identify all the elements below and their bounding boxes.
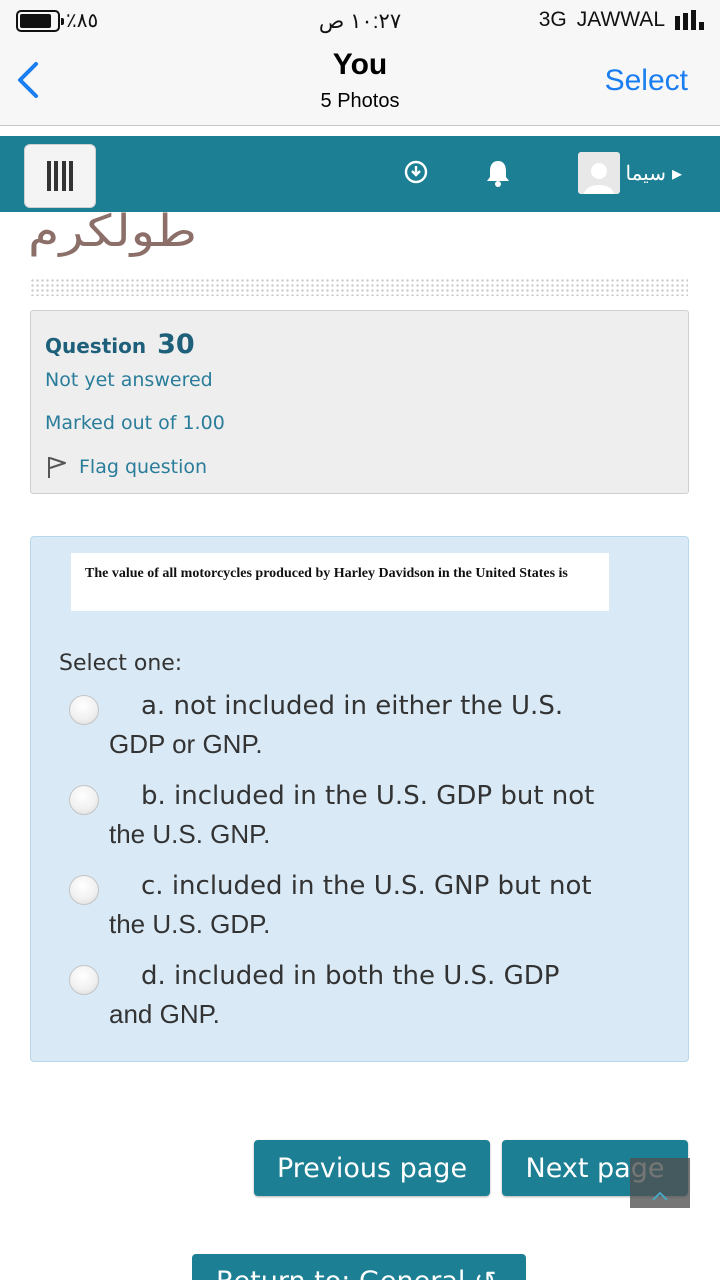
answer-text-line1: a. not included in either the U.S. <box>141 691 564 721</box>
carrier-name: JAWWAL <box>576 8 665 31</box>
scroll-to-top-button[interactable] <box>630 1158 690 1208</box>
flag-icon <box>48 457 66 478</box>
select-button[interactable]: Select <box>605 64 688 98</box>
site-header: سيما ▸ <box>0 136 720 212</box>
question-text: The value of all motorcycles produced by… <box>71 553 609 611</box>
answer-option-b[interactable]: b. included in the U.S. GDP but not the … <box>69 781 629 861</box>
answer-text-line2: GDP or GNP. <box>109 729 263 759</box>
status-bar: ٪٨٥ ١٠:٢٧ ص 3G JAWWAL <box>0 0 720 42</box>
answer-text-line2: and GNP. <box>109 999 220 1029</box>
question-number: 30 <box>157 329 195 360</box>
caret-right-icon: ▸ <box>671 162 682 185</box>
answer-option-d[interactable]: d. included in both the U.S. GDP and GNP… <box>69 961 629 1041</box>
user-silhouette-icon <box>583 163 614 194</box>
signal-icon <box>675 10 704 30</box>
avatar <box>577 152 620 194</box>
download-circle-icon[interactable] <box>404 160 428 184</box>
answer-text-line1: c. included in the U.S. GNP but not <box>141 871 592 901</box>
dotted-divider <box>30 278 688 296</box>
answer-text-line2: the U.S. GDP. <box>109 909 271 939</box>
answer-option-c[interactable]: c. included in the U.S. GNP but not the … <box>69 871 629 951</box>
user-name: سيما <box>625 162 666 185</box>
select-one-prompt: Select one: <box>59 651 183 676</box>
radio-button[interactable] <box>69 695 99 725</box>
flag-question-link[interactable]: Flag question <box>45 455 207 479</box>
radio-button[interactable] <box>69 875 99 905</box>
return-to-general-button[interactable]: Return to: General ↺ <box>192 1254 526 1280</box>
hamburger-icon <box>47 161 73 191</box>
question-info: Question 30 Not yet answered Marked out … <box>30 310 689 494</box>
answer-text-line2: the U.S. GNP. <box>109 819 271 849</box>
question-formulation: The value of all motorcycles produced by… <box>30 536 689 1062</box>
site-logo: طولكرم <box>28 206 198 257</box>
photos-nav-bar: You 5 Photos Select <box>0 42 720 126</box>
question-state: Not yet answered <box>45 369 213 391</box>
menu-button[interactable] <box>24 144 96 208</box>
question-label: Question <box>45 334 147 358</box>
chevron-up-icon <box>652 1191 668 1201</box>
status-right: 3G JAWWAL <box>539 8 704 32</box>
previous-page-button[interactable]: Previous page <box>254 1140 490 1196</box>
answer-text-line1: b. included in the U.S. GDP but not <box>141 781 595 811</box>
radio-button[interactable] <box>69 965 99 995</box>
answer-text-line1: d. included in both the U.S. GDP <box>141 961 560 991</box>
flag-question-label: Flag question <box>79 456 208 478</box>
notification-bell-icon[interactable] <box>484 158 512 188</box>
network-type: 3G <box>538 8 567 31</box>
question-grade: Marked out of 1.00 <box>45 412 225 434</box>
user-menu[interactable]: سيما ▸ <box>577 152 682 194</box>
question-heading: Question 30 <box>45 329 195 360</box>
radio-button[interactable] <box>69 785 99 815</box>
answer-option-a[interactable]: a. not included in either the U.S. GDP o… <box>69 691 629 771</box>
